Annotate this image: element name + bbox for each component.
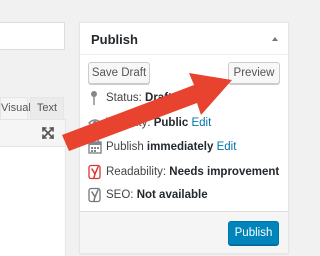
editor-area-left: Visual Text	[0, 0, 76, 256]
title-input[interactable]	[0, 22, 65, 50]
publish-header[interactable]: Publish	[80, 23, 288, 55]
preview-button[interactable]: Preview	[228, 62, 280, 84]
save-draft-button[interactable]: Save Draft	[88, 62, 150, 84]
publish-time-label: Publish	[106, 141, 144, 153]
readability-label: Readability:	[106, 166, 167, 178]
tab-visual[interactable]: Visual	[0, 97, 31, 119]
eye-icon	[88, 119, 102, 127]
editor-content-area[interactable]	[0, 147, 66, 256]
visibility-value: Public	[153, 117, 189, 129]
collapse-toggle-icon[interactable]	[272, 37, 278, 41]
visibility-edit-link[interactable]: Edit	[191, 117, 211, 129]
visibility-label: Visibility:	[106, 117, 151, 129]
yoast-red-icon	[88, 164, 101, 180]
expand-arrows-icon[interactable]	[41, 126, 55, 140]
publish-button[interactable]: Publish	[228, 221, 279, 245]
tab-text[interactable]: Text	[30, 97, 64, 119]
editor-toolbar	[0, 119, 66, 147]
calendar-icon	[88, 140, 102, 154]
status-edit-link[interactable]: Edit	[175, 92, 195, 104]
publish-footer: Publish	[80, 211, 288, 253]
seo-label: SEO:	[106, 189, 134, 201]
status-label: Status:	[106, 92, 142, 104]
publish-metabox: Publish Save Draft Preview Status: Draft…	[79, 22, 289, 254]
publish-time-value: immediately	[146, 141, 214, 153]
readability-value: Needs improvement	[169, 166, 280, 178]
publish-title: Publish	[91, 32, 138, 47]
pin-icon	[91, 91, 97, 105]
publish-time-edit-link[interactable]: Edit	[217, 141, 237, 153]
status-value: Draft	[145, 92, 172, 104]
seo-value: Not available	[136, 189, 208, 201]
yoast-gray-icon	[88, 187, 101, 203]
editor-tabs: Visual Text	[0, 97, 66, 119]
